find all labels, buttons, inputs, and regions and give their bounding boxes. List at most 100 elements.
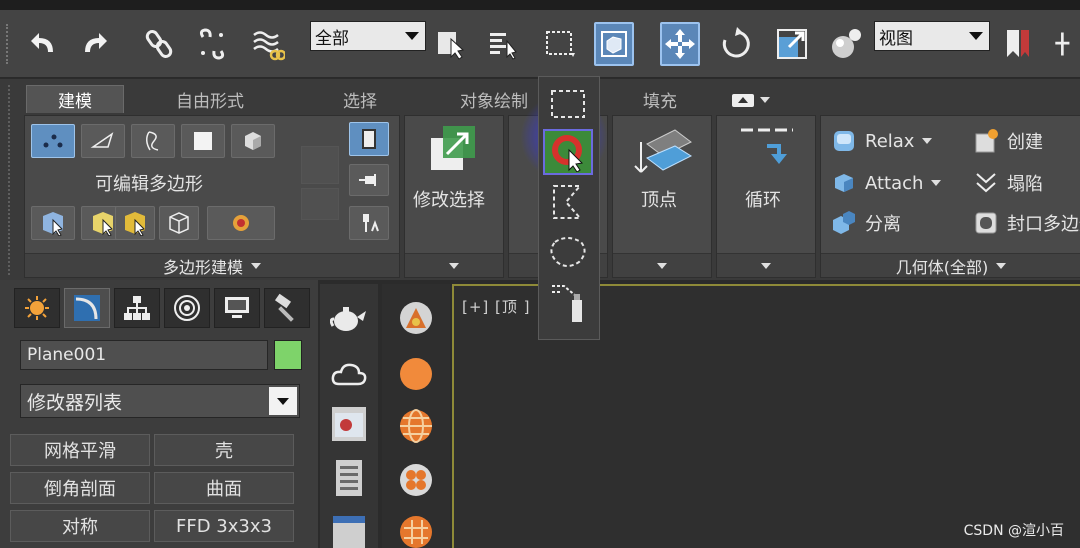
tab-display[interactable] (214, 288, 260, 328)
tab-motion[interactable] (164, 288, 210, 328)
ribbon-toggle-icon (732, 93, 754, 107)
select-cube-yellow-icon (93, 212, 113, 236)
select-by-name-button[interactable] (484, 22, 524, 66)
relax-button[interactable]: Relax (831, 128, 933, 154)
tab-label: 填充 (643, 91, 677, 112)
geometry-panel-footer[interactable]: 几何体(全部) (821, 253, 1080, 277)
selection-filter-dropdown[interactable]: 全部 (310, 21, 426, 51)
chevron-down-icon (760, 97, 770, 103)
chevron-down-icon (761, 262, 771, 269)
multi-material-icon (400, 464, 432, 496)
geosphere-button[interactable] (396, 406, 436, 446)
modify-selection-footer[interactable] (405, 253, 503, 277)
geometry-panel: Relax Attach 分离 创建 塌陷 封口多边形 几何体(全部) (820, 115, 1080, 278)
redo-button[interactable] (76, 22, 116, 66)
object-name-field[interactable]: Plane001 (20, 340, 268, 370)
undo-button[interactable] (22, 22, 62, 66)
border-mode-button[interactable] (131, 124, 175, 158)
chevron-down-icon (405, 32, 419, 40)
toolbar-grip[interactable] (6, 24, 10, 64)
tab-modify[interactable] (64, 288, 110, 328)
chevron-down-icon (277, 398, 289, 405)
modifier-list-dropdown[interactable]: 修改器列表 (20, 384, 300, 418)
lasso-region-option[interactable] (543, 229, 593, 275)
object-color-swatch[interactable] (274, 340, 302, 370)
rectangle-selection-icon (546, 31, 575, 57)
fence-region-option[interactable] (543, 179, 593, 225)
modify-selection-button[interactable] (429, 124, 479, 174)
collapse-label: 塌陷 (1007, 174, 1043, 195)
modifier-button-bevel-profile[interactable]: 倒角剖面 (10, 472, 150, 504)
tab-populate[interactable]: 填充 (628, 85, 692, 113)
detach-button[interactable]: 分离 (831, 210, 901, 236)
loop-panel-footer[interactable] (717, 253, 815, 277)
tab-hierarchy[interactable] (114, 288, 160, 328)
ribbon-minimize-button[interactable] (732, 91, 772, 109)
scale-button[interactable] (772, 22, 812, 66)
polygon-modeling-footer[interactable]: 多边形建模 (25, 253, 399, 277)
modifier-button-ffd[interactable]: FFD 3x3x3 (154, 510, 294, 542)
preserve-uv-button[interactable] (31, 206, 75, 240)
tile-material-button[interactable] (396, 512, 436, 548)
element-mode-button[interactable] (231, 124, 275, 158)
pin-stack-button[interactable] (349, 164, 389, 196)
modifier-list-arrow[interactable] (269, 387, 297, 415)
polygon-mode-button[interactable] (181, 124, 225, 158)
render-setup-button[interactable] (329, 458, 369, 498)
vertex-tools-button[interactable] (633, 122, 693, 178)
modifier-button-meshsmooth[interactable]: 网格平滑 (10, 434, 150, 466)
hide-button[interactable] (159, 206, 199, 240)
tab-selection[interactable]: 选择 (320, 85, 400, 113)
multi-material-button[interactable] (396, 460, 436, 500)
render-window-icon (332, 407, 366, 441)
named-selection-button[interactable] (998, 22, 1038, 66)
mirror-button[interactable] (1050, 22, 1080, 66)
collapse-button[interactable]: 塌陷 (973, 170, 1043, 196)
move-button[interactable] (660, 22, 700, 66)
create-button[interactable]: 创建 (973, 128, 1043, 154)
tab-create[interactable] (14, 288, 60, 328)
calendar-button[interactable] (329, 512, 369, 548)
disabled-tool-1[interactable] (301, 146, 339, 184)
rectangle-selection-button[interactable] (540, 22, 580, 66)
edge-mode-button[interactable] (81, 124, 125, 158)
bind-space-warp-button[interactable] (248, 22, 288, 66)
vertex-panel-footer[interactable] (613, 253, 711, 277)
circular-region-option[interactable] (543, 129, 593, 175)
paint-region-option[interactable] (543, 281, 593, 327)
cap-poly-button[interactable]: 封口多边形 (973, 210, 1080, 236)
disabled-tool-2[interactable] (301, 188, 339, 220)
loop-tools-button[interactable] (737, 126, 797, 176)
material-editor-button[interactable] (396, 298, 436, 338)
select-by-angle-button[interactable] (115, 206, 155, 240)
configure-button[interactable] (349, 206, 389, 240)
select-object-button[interactable] (432, 22, 472, 66)
link-button[interactable] (140, 22, 180, 66)
teapot-button[interactable] (329, 298, 369, 338)
rotate-button[interactable] (716, 22, 756, 66)
render-frame-button[interactable] (329, 404, 369, 444)
modifier-list-label: 修改器列表 (27, 391, 123, 414)
show-all-button[interactable] (207, 206, 275, 240)
attach-button[interactable]: Attach (831, 170, 942, 196)
material-button[interactable] (826, 22, 866, 66)
modifier-stack-button[interactable] (349, 122, 389, 156)
ribbon-grip[interactable] (8, 85, 14, 275)
reference-coord-dropdown[interactable]: 视图 (874, 21, 990, 51)
vertex-mode-button[interactable] (31, 124, 75, 158)
modifier-button-shell[interactable]: 壳 (154, 434, 294, 466)
sphere-button[interactable] (396, 354, 436, 394)
modifier-button-surface[interactable]: 曲面 (154, 472, 294, 504)
modify-arc-icon (74, 295, 100, 321)
tab-utilities[interactable] (264, 288, 310, 328)
viewport-label[interactable]: [+] [顶 ] (462, 296, 531, 317)
modifier-button-symmetry[interactable]: 对称 (10, 510, 150, 542)
tab-label: 建模 (58, 92, 92, 112)
unlink-button[interactable] (192, 22, 232, 66)
window-crossing-button[interactable] (594, 22, 634, 66)
rectangular-region-option[interactable] (543, 81, 593, 127)
tab-modeling[interactable]: 建模 (26, 85, 124, 113)
modifier-label: 倒角剖面 (44, 479, 116, 500)
cloud-button[interactable] (329, 354, 369, 394)
tab-freeform[interactable]: 自由形式 (150, 85, 270, 113)
